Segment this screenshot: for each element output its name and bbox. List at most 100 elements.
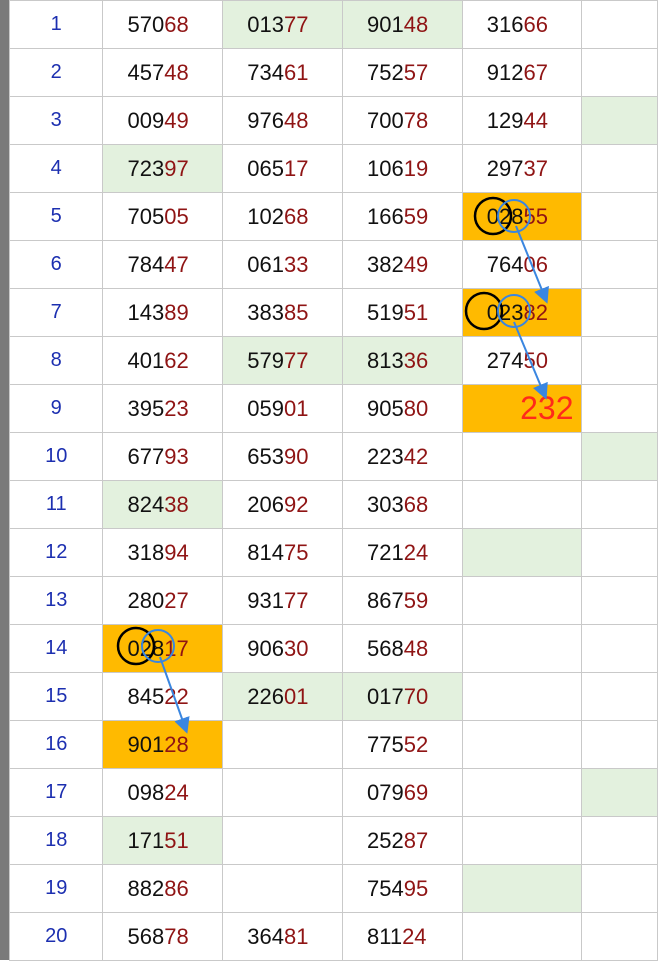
number-cell: 27450 bbox=[461, 336, 583, 385]
number-head: 775 bbox=[366, 731, 404, 757]
table-row: 6 78447 06133 38249 76406 bbox=[8, 240, 658, 289]
number-head: 129 bbox=[486, 107, 524, 133]
number-cell: 45748 bbox=[102, 48, 224, 97]
empty-cell bbox=[581, 720, 658, 769]
number-head: 570 bbox=[127, 11, 165, 37]
row-index: 14 bbox=[8, 624, 104, 673]
number-head: 734 bbox=[247, 59, 284, 85]
row-index: 1 bbox=[8, 0, 104, 49]
number-tail: 44 bbox=[523, 107, 548, 133]
number-tail: 51 bbox=[164, 827, 189, 853]
number-tail: 69 bbox=[403, 779, 429, 805]
number-tail: 77 bbox=[283, 11, 309, 37]
empty-cell bbox=[581, 864, 658, 913]
number-head: 382 bbox=[366, 251, 404, 277]
number-head: 677 bbox=[127, 443, 165, 469]
table-row: 15 84522 22601 01770 bbox=[8, 672, 658, 721]
number-head: 882 bbox=[127, 875, 165, 901]
number-head: 079 bbox=[366, 779, 404, 805]
number-cell: 31666 bbox=[461, 0, 583, 49]
number-cell: 10268 bbox=[222, 192, 343, 241]
row-index: 11 bbox=[8, 480, 104, 529]
empty-cell bbox=[581, 96, 658, 145]
number-tail: 77 bbox=[283, 587, 309, 613]
number-head: 013 bbox=[247, 11, 284, 37]
empty-cell bbox=[581, 192, 658, 241]
table-row: 13 28027 93177 86759 bbox=[8, 576, 658, 625]
row-index: 6 bbox=[8, 240, 104, 289]
results-table: 1 57068 01377 90148 31666 2 45748 73461 75257 912… bbox=[8, 0, 658, 961]
number-tail: 55 bbox=[523, 203, 548, 229]
number-head: 171 bbox=[127, 827, 165, 853]
number-cell: 57977 bbox=[222, 336, 343, 385]
number-cell bbox=[461, 720, 583, 769]
number-head: 017 bbox=[366, 683, 404, 709]
number-cell: 67793 bbox=[102, 432, 224, 481]
number-cell: 77552 bbox=[341, 720, 463, 769]
number-head: 754 bbox=[366, 875, 404, 901]
number-head: 223 bbox=[366, 443, 404, 469]
number-head: 813 bbox=[366, 347, 404, 373]
row-index: 3 bbox=[8, 96, 104, 145]
number-head: 752 bbox=[366, 59, 404, 85]
number-cell: 81124 bbox=[341, 912, 463, 961]
row-index: 12 bbox=[8, 528, 104, 577]
number-cell: 06517 bbox=[222, 144, 343, 193]
number-head: 519 bbox=[366, 299, 404, 325]
row-index: 16 bbox=[8, 720, 104, 769]
number-cell: 76406 bbox=[461, 240, 583, 289]
number-cell: 36481 bbox=[222, 912, 343, 961]
number-head: 906 bbox=[247, 635, 284, 661]
number-tail: 05 bbox=[164, 203, 189, 229]
number-head: 784 bbox=[127, 251, 165, 277]
number-tail: 27 bbox=[164, 587, 189, 613]
number-head: 206 bbox=[247, 491, 284, 517]
number-tail: 01 bbox=[283, 683, 309, 709]
number-cell: 02855 bbox=[461, 192, 583, 241]
empty-cell bbox=[581, 768, 658, 817]
number-cell: 70078 bbox=[341, 96, 463, 145]
number-cell: 40162 bbox=[102, 336, 224, 385]
number-cell: 78447 bbox=[102, 240, 224, 289]
number-head: 401 bbox=[127, 347, 165, 373]
table-row: 5 70505 10268 16659 02855 bbox=[8, 192, 658, 241]
number-tail: 78 bbox=[164, 923, 189, 949]
number-tail: 82 bbox=[523, 299, 548, 325]
number-cell: 91267 bbox=[461, 48, 583, 97]
number-cell: 06133 bbox=[222, 240, 343, 289]
empty-cell bbox=[581, 0, 658, 49]
row-index: 5 bbox=[8, 192, 104, 241]
number-tail: 48 bbox=[283, 107, 309, 133]
number-cell bbox=[222, 816, 343, 865]
empty-cell bbox=[581, 528, 658, 577]
number-tail: 48 bbox=[164, 59, 189, 85]
number-tail: 67 bbox=[523, 59, 548, 85]
number-tail: 01 bbox=[283, 395, 309, 421]
number-tail: 77 bbox=[283, 347, 309, 373]
number-head: 143 bbox=[127, 299, 165, 325]
number-cell: 09824 bbox=[102, 768, 224, 817]
number-cell: 28027 bbox=[102, 576, 224, 625]
table-row: 18 17151 25287 bbox=[8, 816, 658, 865]
number-head: 705 bbox=[127, 203, 165, 229]
number-cell bbox=[461, 432, 583, 481]
number-cell: 56848 bbox=[341, 624, 463, 673]
number-tail: 75 bbox=[283, 539, 309, 565]
row-index: 2 bbox=[8, 48, 104, 97]
number-cell bbox=[461, 624, 583, 673]
number-tail: 23 bbox=[164, 395, 189, 421]
table-row: 17 09824 07969 bbox=[8, 768, 658, 817]
number-cell: 56878 bbox=[102, 912, 224, 961]
number-cell: 73461 bbox=[222, 48, 343, 97]
number-tail: 51 bbox=[403, 299, 429, 325]
table-row: 11 82438 20692 30368 bbox=[8, 480, 658, 529]
number-cell: 75257 bbox=[341, 48, 463, 97]
number-head: 297 bbox=[486, 155, 524, 181]
table-row: 7 14389 38385 51951 02382 bbox=[8, 288, 658, 337]
number-tail: 93 bbox=[164, 443, 189, 469]
table-row: 3 00949 97648 70078 12944 bbox=[8, 96, 658, 145]
number-head: 976 bbox=[247, 107, 284, 133]
number-tail: 22 bbox=[164, 683, 189, 709]
number-tail: 33 bbox=[283, 251, 309, 277]
number-head: 867 bbox=[366, 587, 404, 613]
